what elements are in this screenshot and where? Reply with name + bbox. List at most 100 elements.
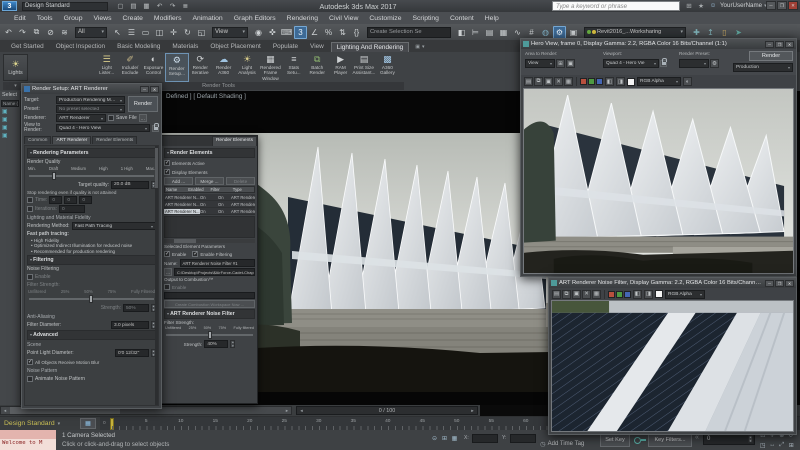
menu-item[interactable]: Views — [93, 15, 111, 22]
combustion-path-field[interactable] — [164, 292, 255, 299]
element-row[interactable]: ART Renderer N...On OnART Rendere... — [164, 201, 255, 208]
layer-manager-icon[interactable]: ▤ — [483, 26, 496, 39]
ram-player-button[interactable]: ▶ RAM Player — [329, 53, 352, 82]
scene-explorer-filter-field[interactable]: Name (S — [1, 100, 19, 107]
render-button[interactable]: Render — [128, 96, 158, 112]
coord-y-field[interactable] — [510, 434, 536, 443]
asset-tracking-icon[interactable]: ✚ — [690, 26, 703, 39]
workspace-selector[interactable]: Design Standard — [4, 420, 60, 427]
select-by-name-icon[interactable]: ☰ — [125, 26, 138, 39]
clone-window-icon[interactable]: ⧉ — [562, 289, 571, 299]
ribbon-tab[interactable]: Lighting And Rendering — [330, 42, 410, 52]
ribbon-tab[interactable]: Object Placement — [205, 42, 265, 52]
target-dropdown[interactable]: Production Rendering Mode — [56, 96, 125, 104]
scroll-right-icon[interactable]: ► — [283, 407, 291, 414]
elements-active-checkbox[interactable] — [164, 160, 170, 166]
renderer-dropdown[interactable]: ART Renderer — [56, 114, 106, 122]
render-a360-button[interactable]: ☁ Render A360 — [212, 53, 235, 82]
green-channel-icon[interactable] — [616, 290, 623, 298]
scene-explorer-item[interactable]: ▣ — [0, 108, 20, 116]
ribbon-tab[interactable]: Materials — [167, 42, 203, 52]
next-frame-icon[interactable]: ► — [468, 408, 477, 413]
dialog-title-bar[interactable]: Render Setup: ART Renderer ─ ✕ — [22, 84, 161, 94]
workspace-settings-button[interactable]: ▦ — [80, 418, 96, 429]
combustion-enable-checkbox[interactable] — [164, 284, 170, 290]
exposure-control-button[interactable]: ◐ Exposure Control — [142, 53, 165, 82]
animate-noise-checkbox[interactable] — [27, 376, 33, 383]
scene-explorer-item[interactable]: ▣ — [0, 132, 20, 140]
render-mode-dropdown[interactable]: Production — [733, 63, 793, 72]
menu-item[interactable]: Civil View — [329, 15, 358, 22]
scene-explorer-item[interactable]: ▣ — [0, 124, 20, 132]
time-slider[interactable]: ◄ 0 / 100 ► — [296, 406, 478, 415]
channel-display-icon[interactable]: ▦ — [592, 289, 601, 299]
rendered-frame-icon[interactable]: ▣ — [567, 26, 580, 39]
quality-slider[interactable] — [29, 171, 154, 180]
coord-x-field[interactable] — [472, 434, 498, 443]
align-icon[interactable]: ⊨ — [469, 26, 482, 39]
project-folder-icon[interactable]: ≣ — [180, 2, 191, 11]
background-color-swatch[interactable] — [627, 77, 635, 86]
target-quality-field[interactable]: 20.0 dB — [111, 180, 149, 189]
maximize-button[interactable]: ❐ — [777, 1, 787, 10]
alpha-channel-icon[interactable]: ◧ — [605, 77, 614, 86]
alpha-channel-icon[interactable]: ◧ — [633, 289, 642, 299]
channel-display-dropdown[interactable]: RGB Alpha — [637, 77, 681, 86]
minimize-button[interactable]: ─ — [766, 1, 776, 10]
snaps-toggle-icon[interactable]: 3 — [294, 25, 307, 39]
selection-filter-dropdown[interactable]: All — [75, 26, 107, 38]
rectangular-selection-icon[interactable]: ▭ — [139, 26, 152, 39]
ribbon-tab[interactable]: View — [305, 42, 329, 52]
rollout-render-elements[interactable]: Render Elements — [164, 148, 255, 158]
noise-strength-field[interactable]: 40% — [204, 340, 229, 348]
select-link-icon[interactable]: ⧉ — [30, 26, 43, 39]
area-to-render-dropdown[interactable]: View — [525, 59, 555, 68]
render-setup-tab[interactable]: ART Renderer — [52, 135, 92, 144]
bind-to-spacewarp-icon[interactable]: ≋ — [58, 26, 71, 39]
filter-diameter-field[interactable]: 3.0 pixels — [111, 321, 149, 330]
lights-button[interactable]: ☀ Lights — [3, 54, 28, 81]
create-combustion-workspace-button[interactable]: Create Combustion Workspace Now ... — [164, 300, 255, 308]
render-iterative-button[interactable]: ⟳ Render Iterative — [189, 53, 212, 82]
selection-lock-icon[interactable]: ⊝ — [430, 434, 439, 443]
background-color-swatch[interactable] — [655, 290, 663, 298]
save-file-checkbox[interactable] — [108, 115, 114, 121]
green-channel-icon[interactable] — [588, 78, 595, 85]
strength-slider[interactable] — [29, 295, 154, 304]
rfw1-title-bar[interactable]: Hero View, frame 0, Display Gamma: 2.2, … — [521, 39, 796, 49]
ribbon-tab[interactable]: Populate — [268, 42, 303, 52]
blue-channel-icon[interactable] — [624, 290, 631, 298]
noise-strength-spinner[interactable] — [230, 340, 236, 348]
select-object-icon[interactable]: ↖ — [111, 26, 124, 39]
channel-display-icon[interactable]: ▦ — [564, 77, 573, 86]
time-field[interactable]: 0 — [79, 196, 93, 205]
minimize-button[interactable]: ─ — [765, 40, 774, 48]
enable-filtering-checkbox[interactable] — [192, 251, 199, 257]
print-image-icon[interactable]: ▣ — [572, 289, 581, 299]
keyboard-override-icon[interactable]: ⌨ — [280, 26, 293, 39]
apps-icon[interactable]: ⊞ — [684, 1, 694, 10]
menu-item[interactable]: Tools — [37, 15, 53, 22]
ribbon-tab[interactable]: Object Inspection — [51, 42, 110, 52]
red-channel-icon[interactable] — [608, 290, 615, 298]
menu-item[interactable]: Edit — [14, 15, 26, 22]
save-image-icon[interactable]: ▤ — [524, 77, 533, 86]
scroll-left-icon[interactable]: ◄ — [1, 407, 9, 414]
ribbon-cycle-icon[interactable]: ▣ — [415, 44, 420, 50]
previous-key-icon[interactable]: « — [695, 434, 699, 441]
material-editor-icon[interactable]: ◍ — [539, 26, 552, 39]
iterations-field[interactable]: 0 — [58, 205, 85, 214]
select-manipulate-icon[interactable]: ✜ — [266, 26, 279, 39]
zoom-all-icon[interactable]: ⤢ — [777, 441, 787, 450]
open-file-icon[interactable]: ▤ — [128, 2, 139, 11]
output-path-field[interactable]: C:\Desktop\Projects\$AirForce-Cadet-Chap… — [174, 268, 255, 276]
redo-small-icon[interactable]: ↷ — [167, 2, 178, 11]
elements-h-scrollbar[interactable] — [164, 239, 255, 243]
project-dropdown[interactable]: Revit2016_...Worksharing — [584, 26, 686, 38]
curve-editor-icon[interactable]: ∿ — [511, 26, 524, 39]
named-selection-field[interactable]: Create Selection Se — [367, 26, 451, 38]
window-crossing-icon[interactable]: ◫ — [153, 26, 166, 39]
maximize-button[interactable]: ❐ — [775, 40, 784, 48]
favorites-icon[interactable]: ★ — [696, 1, 706, 10]
render-setup-icon[interactable]: ⚙ — [553, 25, 566, 39]
